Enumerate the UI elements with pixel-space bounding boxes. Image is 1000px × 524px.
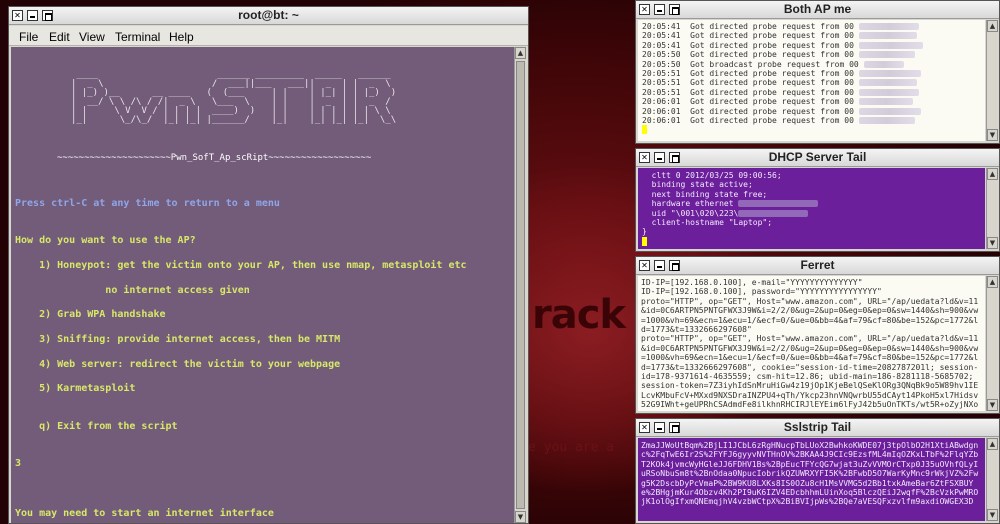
scroll-up-icon[interactable]: ▲ [515,47,526,59]
log-line: 20:06:01 Got directed probe request from… [638,107,985,116]
terminal-scrollbar[interactable]: ▲ ▼ [514,47,526,523]
ferret-window[interactable]: Ferret ID-IP=[192.168.0.100], e-mail="YY… [635,256,1000,414]
dhcp-scrollbar[interactable]: ▲ ▼ [986,168,998,249]
scroll-up-icon[interactable]: ▲ [987,20,998,32]
menu-view[interactable]: View [79,30,105,44]
scroll-down-icon[interactable]: ▼ [987,129,998,141]
script-subtitle: ~~~~~~~~~~~~~~~~~~~~~Pwn_SofT_Ap_scRipt~… [57,153,372,163]
option-wpa: 2) Grab WPA handshake [15,309,166,320]
log-line: binding state active; [642,180,753,190]
sslstrip-titlebar[interactable]: Sslstrip Tail [636,419,999,437]
menu-edit[interactable]: Edit [49,30,70,44]
both-ap-window[interactable]: Both AP me 20:05:41 Got directed probe r… [635,0,1000,144]
log-line [638,236,985,246]
sslstrip-log[interactable]: ZmaJJWoUtBqm%2BjLI1JCbL6zRgHNucpTbLUoX2B… [638,438,985,521]
log-line: 20:05:51 Got directed probe request from… [638,78,985,87]
log-line: 20:05:51 Got directed probe request from… [638,69,985,78]
option-honeypot-note: no internet access given [15,285,250,296]
sslstrip-scrollbar[interactable]: ▲ ▼ [986,438,998,521]
scroll-down-icon[interactable]: ▼ [515,511,526,523]
scrollbar-thumb[interactable] [516,61,525,509]
sslstrip-window[interactable]: Sslstrip Tail ZmaJJWoUtBqm%2BjLI1JCbL6zR… [635,418,1000,524]
terminal-window[interactable]: root@bt: ~ File Edit View Terminal Help … [8,6,529,524]
scroll-down-icon[interactable]: ▼ [987,237,998,249]
terminal-output[interactable]: ____ ______ _________ _____ ______ | _ \… [11,47,515,523]
log-line: hardware ethernet [638,199,985,208]
prompt-hint: Press ctrl-C at any time to return to a … [15,198,280,209]
dhcp-titlebar[interactable]: DHCP Server Tail [636,149,999,167]
log-line: } [642,227,647,237]
option-honeypot: 1) Honeypot: get the victim onto your AP… [15,260,467,271]
dhcp-title: DHCP Server Tail [768,150,867,164]
scroll-down-icon[interactable]: ▼ [987,509,998,521]
terminal-menubar: File Edit View Terminal Help [9,26,528,46]
wallpaper-tagline: e you are a [528,440,615,455]
scroll-down-icon[interactable]: ▼ [987,399,998,411]
log-line: 20:05:41 Got directed probe request from… [638,22,985,31]
log-line: cltt 0 2012/03/25 09:00:56; [642,171,782,180]
ferret-titlebar[interactable]: Ferret [636,257,999,275]
both-ap-title: Both AP me [783,2,852,16]
dhcp-window[interactable]: DHCP Server Tail cltt 0 2012/03/25 09:00… [635,148,1000,252]
log-line: 20:05:51 Got directed probe request from… [638,88,985,97]
both-ap-scrollbar[interactable]: ▲ ▼ [986,20,998,141]
option-karmetasploit: 5) Karmetasploit [15,383,136,394]
menu-help[interactable]: Help [169,30,194,44]
menu-file[interactable]: File [19,30,38,44]
log-line: uid "\001\020\223\ [638,209,985,218]
option-webserver: 4) Web server: redirect the victim to yo… [15,359,341,370]
user-input-value: 3 [15,458,22,469]
log-line: next binding state free; [642,189,768,199]
scroll-up-icon[interactable]: ▲ [987,438,998,450]
log-line: 20:05:50 Got directed probe request from… [638,50,985,59]
log-line: 20:05:41 Got directed probe request from… [638,31,985,40]
footer-message: You may need to start an internet interf… [15,508,274,519]
dhcp-log[interactable]: cltt 0 2012/03/25 09:00:56; binding stat… [638,168,985,249]
sslstrip-output: ZmaJJWoUtBqm%2BjLI1JCbL6zRgHNucpTbLUoX2B… [641,441,979,507]
menu-terminal[interactable]: Terminal [115,30,160,44]
log-line: 20:06:01 Got directed probe request from… [638,97,985,106]
terminal-title: root@bt: ~ [238,8,299,22]
log-line: client-hostname "Laptop"; [642,217,773,227]
terminal-titlebar[interactable]: root@bt: ~ [9,7,528,25]
log-line: 20:05:50 Got broadcast probe request fro… [638,60,985,69]
log-line: 20:05:41 Got directed probe request from… [638,41,985,50]
scroll-up-icon[interactable]: ▲ [987,276,998,288]
ferret-title: Ferret [800,258,835,272]
sslstrip-title: Sslstrip Tail [783,420,852,434]
text-cursor [642,125,647,135]
scroll-up-icon[interactable]: ▲ [987,168,998,180]
ferret-log[interactable]: ID-IP=[192.168.0.100], e-mail="YYYYYYYYY… [638,276,985,411]
log-line: 20:06:01 Got directed probe request from… [638,116,985,125]
option-exit: q) Exit from the script [15,421,178,432]
text-cursor [642,236,647,246]
ferret-scrollbar[interactable]: ▲ ▼ [986,276,998,411]
ferret-output: ID-IP=[192.168.0.100], e-mail="YYYYYYYYY… [641,278,979,411]
wallpaper-logo-text: rack [532,292,626,338]
both-ap-log[interactable]: 20:05:41 Got directed probe request from… [638,20,985,141]
ascii-line: |_| \_/\_/ |_| |_| |______/ |_| |_| |_| … [71,115,397,125]
log-line [638,125,985,135]
both-ap-titlebar[interactable]: Both AP me [636,1,999,19]
menu-question: How do you want to use the AP? [15,235,196,246]
option-sniffing: 3) Sniffing: provide internet access, th… [15,334,341,345]
